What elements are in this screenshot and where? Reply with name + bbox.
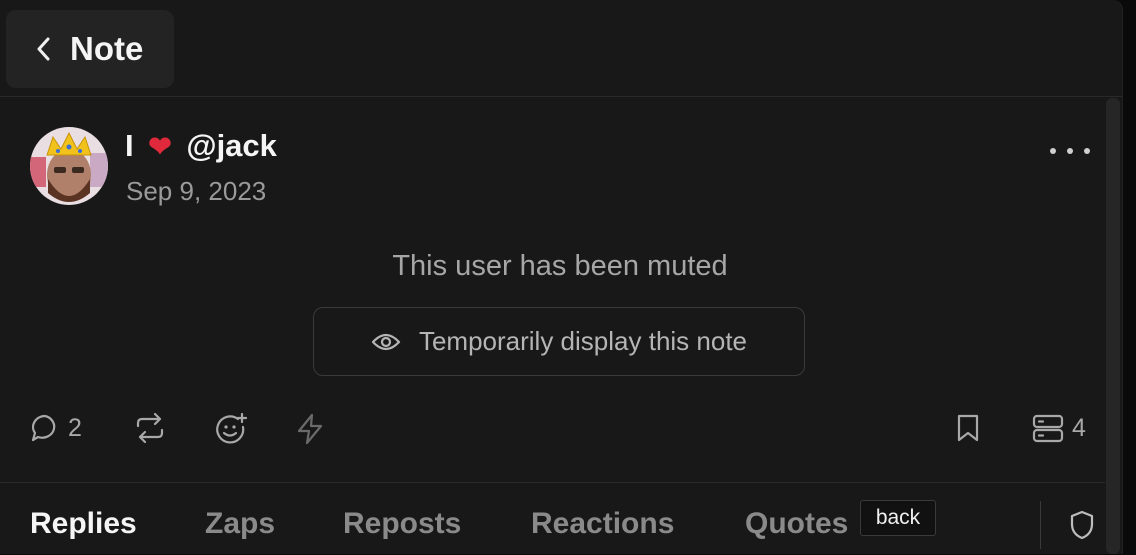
note-panel: Note I ❤ @jack Sep 9, 2023 This user has… bbox=[0, 0, 1123, 554]
relays-count: 4 bbox=[1072, 413, 1086, 442]
repost-icon bbox=[136, 413, 164, 443]
chevron-left-icon bbox=[37, 37, 50, 61]
heart-icon: ❤ bbox=[148, 131, 172, 162]
react-button[interactable] bbox=[214, 413, 248, 445]
scrollbar[interactable] bbox=[1106, 98, 1120, 554]
author-name-prefix: I bbox=[125, 128, 134, 163]
reply-count: 2 bbox=[68, 413, 82, 442]
repost-button[interactable] bbox=[134, 413, 166, 443]
add-reaction-icon bbox=[216, 413, 248, 444]
bookmark-button[interactable] bbox=[956, 413, 980, 443]
relays-button[interactable]: 4 bbox=[1032, 413, 1086, 443]
lightning-icon bbox=[297, 413, 323, 445]
author-name-suffix: @jack bbox=[186, 128, 277, 163]
eye-icon bbox=[371, 333, 401, 350]
tab-replies[interactable]: Replies bbox=[30, 507, 137, 541]
note-date[interactable]: Sep 9, 2023 bbox=[126, 176, 266, 207]
temporarily-display-label: Temporarily display this note bbox=[418, 326, 748, 356]
zap-button[interactable] bbox=[296, 413, 324, 445]
author-name[interactable]: I ❤ @jack bbox=[125, 128, 277, 164]
tab-quotes[interactable]: Quotes bbox=[745, 507, 848, 541]
back-button[interactable]: Note bbox=[6, 10, 174, 88]
server-icon bbox=[1032, 414, 1064, 443]
bookmark-icon bbox=[957, 414, 979, 442]
avatar[interactable] bbox=[30, 127, 108, 205]
tab-reposts[interactable]: Reposts bbox=[343, 507, 461, 541]
temporarily-display-button[interactable]: Temporarily display this note bbox=[313, 307, 805, 376]
tabs-divider bbox=[1040, 501, 1041, 549]
reply-button[interactable]: 2 bbox=[30, 413, 82, 443]
tab-reactions[interactable]: Reactions bbox=[531, 507, 674, 541]
comment-icon bbox=[31, 414, 56, 442]
page-title: Note bbox=[70, 30, 144, 67]
shield-icon[interactable] bbox=[1069, 510, 1095, 540]
page-header: Note bbox=[0, 0, 1122, 97]
note-tabs: Replies Zaps Reposts Reactions Quotes bbox=[0, 482, 1105, 555]
tooltip: back bbox=[860, 500, 936, 536]
muted-message: This user has been muted bbox=[392, 250, 728, 282]
more-options-icon[interactable] bbox=[1050, 138, 1090, 164]
tab-zaps[interactable]: Zaps bbox=[205, 507, 275, 541]
avatar-image bbox=[30, 127, 108, 205]
